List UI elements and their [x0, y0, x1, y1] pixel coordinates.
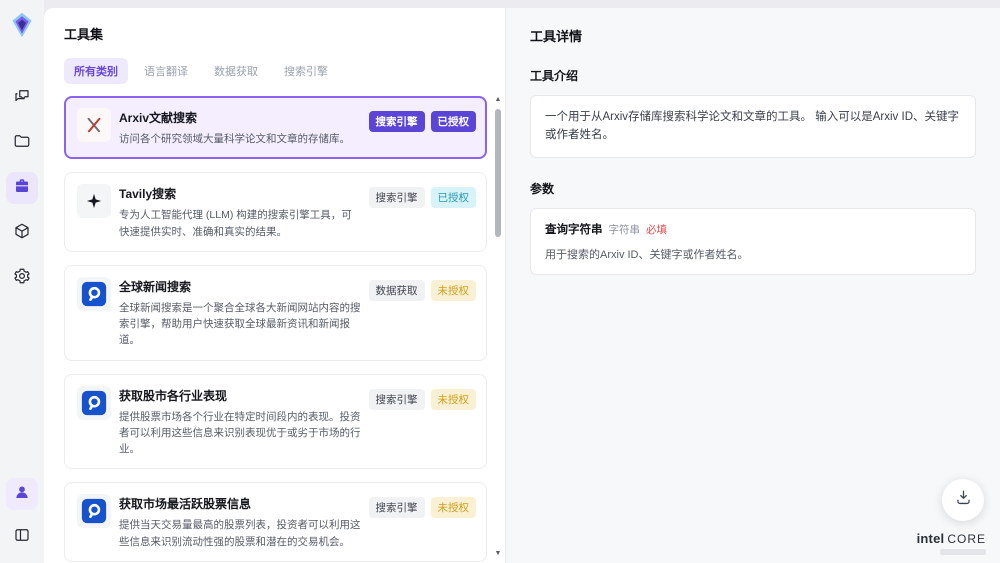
category-tabs: 所有类别 语言翻译 数据获取 搜索引擎	[64, 58, 505, 84]
chat-icon	[13, 87, 31, 110]
tool-card[interactable]: Arxiv文献搜索 访问各个研究领域大量科学论文和文章的存储库。 搜索引擎 已授…	[64, 96, 487, 160]
blue-search-icon	[77, 276, 111, 311]
arxiv-x-icon	[77, 108, 111, 142]
tool-card[interactable]: 获取市场最活跃股票信息 提供当天交易量最高的股票列表，投资者可以利用这些信息来识…	[64, 482, 487, 562]
scrollbar-thumb[interactable]	[495, 109, 501, 237]
rail-button-toolbox[interactable]	[6, 172, 38, 204]
category-badge: 数据获取	[368, 279, 425, 301]
tools-panel: 工具集 所有类别 语言翻译 数据获取 搜索引擎 Arxiv文献搜索 访问各个研究领域大…	[44, 8, 506, 563]
rail-nav	[6, 82, 38, 294]
params-heading: 参数	[530, 181, 555, 196]
auth-status-badge: 已授权	[430, 187, 476, 209]
tool-list: Arxiv文献搜索 访问各个研究领域大量科学论文和文章的存储库。 搜索引擎 已授…	[64, 96, 487, 563]
toolbox-icon	[13, 177, 31, 200]
rail-bottom	[6, 478, 38, 553]
intel-core-logo: intel CORE	[917, 531, 986, 555]
category-tab[interactable]: 语言翻译	[134, 58, 198, 84]
download-icon	[954, 488, 973, 512]
intel-product-text: CORE	[947, 532, 986, 546]
page-title: 工具集	[64, 27, 104, 42]
download-button[interactable]	[942, 479, 984, 521]
intel-brand-text: intel	[916, 531, 945, 546]
intro-text: 一个用于从Arxiv存储库搜索科学论文和文章的工具。 输入可以是Arxiv ID…	[545, 111, 959, 142]
param-name: 查询字符串	[545, 223, 603, 236]
rail-button-settings-gear[interactable]	[6, 262, 38, 294]
auth-status-badge: 未授权	[430, 388, 476, 410]
cube-icon	[13, 222, 31, 245]
category-badge: 搜索引擎	[368, 497, 425, 519]
rail-button-folder[interactable]	[6, 127, 38, 159]
category-badge: 搜索引擎	[368, 388, 425, 410]
blue-search-icon	[77, 494, 111, 529]
param-required-badge: 必填	[646, 223, 667, 236]
tavily-star-icon	[77, 184, 111, 219]
tool-card[interactable]: 获取股市各行业表现 提供股票市场各个行业在特定时间段内的表现。投资者可以利用这些…	[64, 373, 487, 470]
rail-button-panel-toggle[interactable]	[6, 521, 38, 553]
app-logo-icon	[7, 10, 37, 40]
tool-card[interactable]: Tavily搜索 专为人工智能代理 (LLM) 构建的搜索引擎工具，可快速提供实…	[64, 172, 487, 252]
rail-button-chat[interactable]	[6, 82, 38, 114]
auth-status-badge: 未授权	[430, 497, 476, 519]
main-area: 工具集 所有类别 语言翻译 数据获取 搜索引擎 Arxiv文献搜索 访问各个研究领域大…	[44, 0, 1000, 563]
tool-name: Tavily搜索	[119, 187, 177, 202]
tool-card[interactable]: 全球新闻搜索 全球新闻搜索是一个聚合全球各大新闻网站内容的搜索引擎，帮助用户快速…	[64, 264, 487, 361]
detail-title: 工具详情	[530, 29, 583, 44]
param-description: 用于搜索的Arxiv ID、关键字或作者姓名。	[545, 248, 749, 261]
scrollbar-up-arrow-icon[interactable]: ▲	[495, 96, 502, 105]
scrollbar-down-arrow-icon[interactable]: ▼	[495, 550, 502, 559]
panel-toggle-icon	[13, 526, 31, 549]
tool-description: 提供当天交易量最高的股票列表，投资者可以利用这些信息来识别流动性强的股票和潜在的…	[119, 519, 361, 548]
intro-heading: 工具介绍	[530, 69, 579, 83]
tool-name: Arxiv文献搜索	[119, 111, 198, 125]
category-tab[interactable]: 数据获取	[204, 58, 268, 84]
blue-search-icon	[77, 385, 111, 420]
settings-gear-icon	[13, 267, 31, 290]
intro-box: 一个用于从Arxiv存储库搜索科学论文和文章的工具。 输入可以是Arxiv ID…	[530, 95, 976, 158]
param-type: 字符串	[608, 223, 641, 236]
rail-button-cube[interactable]	[6, 217, 38, 249]
left-rail	[0, 0, 44, 563]
folder-icon	[13, 132, 31, 155]
tool-name: 获取市场最活跃股票信息	[119, 497, 252, 512]
tool-description: 提供股票市场各个行业在特定时间段内的表现。投资者可以利用这些信息来识别表现优于或…	[119, 410, 361, 456]
tool-name: 获取股市各行业表现	[119, 388, 228, 403]
auth-status-badge: 已授权	[430, 111, 476, 132]
category-tab[interactable]: 所有类别	[64, 58, 128, 84]
tool-description: 专为人工智能代理 (LLM) 构建的搜索引擎工具，可快速提供实时、准确和真实的结…	[119, 209, 352, 238]
content: 工具集 所有类别 语言翻译 数据获取 搜索引擎 Arxiv文献搜索 访问各个研究领域大…	[44, 8, 1000, 563]
scrollbar-track[interactable]	[494, 105, 502, 550]
scrollbar[interactable]: ▲ ▼	[493, 96, 503, 559]
tool-description: 访问各个研究领域大量科学论文和文章的存储库。	[119, 133, 350, 145]
app-window: 工具集 所有类别 语言翻译 数据获取 搜索引擎 Arxiv文献搜索 访问各个研究领域大…	[0, 0, 1000, 563]
category-badge: 搜索引擎	[368, 187, 425, 209]
tool-name: 全球新闻搜索	[119, 279, 192, 294]
category-tab[interactable]: 搜索引擎	[274, 58, 338, 84]
category-badge: 搜索引擎	[368, 111, 425, 132]
user-icon	[13, 483, 31, 506]
tool-description: 全球新闻搜索是一个聚合全球各大新闻网站内容的搜索引擎，帮助用户快速获取全球最新资…	[119, 301, 361, 347]
param-box: 查询字符串 字符串 必填 用于搜索的Arxiv ID、关键字或作者姓名。	[530, 207, 976, 275]
tool-detail-panel: 工具详情 工具介绍 一个用于从Arxiv存储库搜索科学论文和文章的工具。 输入可…	[506, 8, 1000, 563]
tool-list-wrap: Arxiv文献搜索 访问各个研究领域大量科学论文和文章的存储库。 搜索引擎 已授…	[64, 96, 505, 563]
rail-button-user[interactable]	[6, 478, 38, 510]
intel-logo-bar	[940, 549, 986, 555]
auth-status-badge: 未授权	[430, 279, 476, 301]
